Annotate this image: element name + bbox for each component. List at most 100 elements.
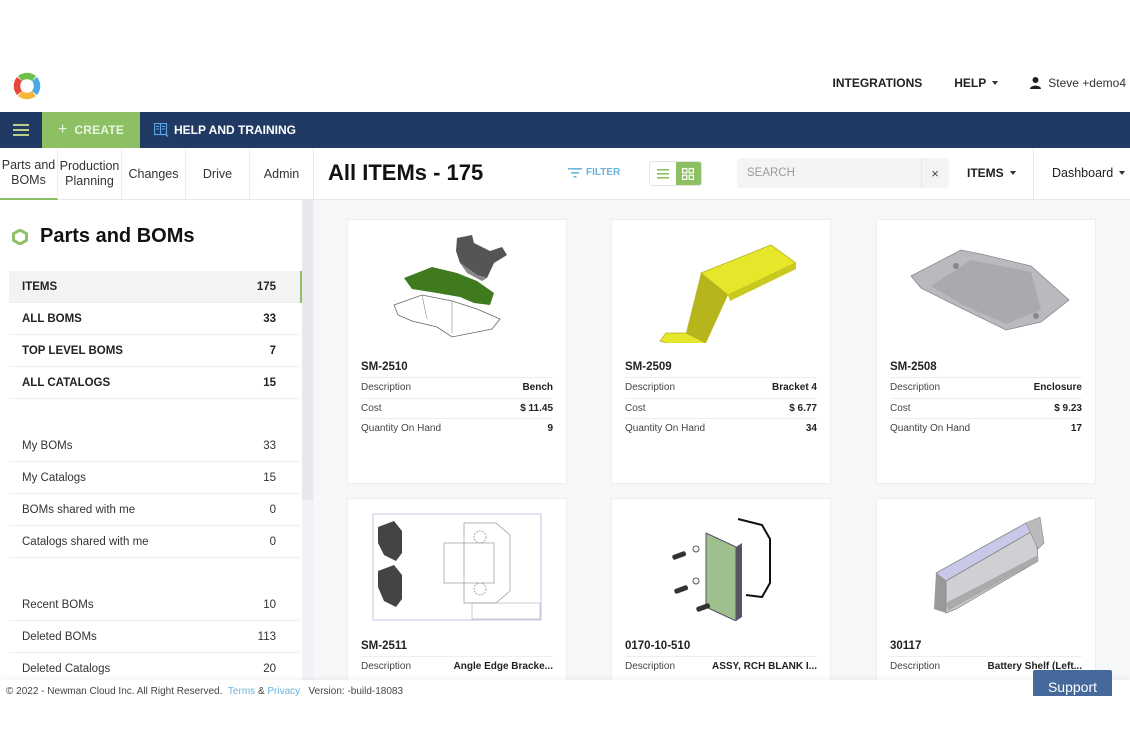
item-number: SM-2509 — [625, 361, 672, 373]
list-view-button[interactable] — [650, 162, 676, 185]
sidebar-item-all-catalogs[interactable]: ALL CATALOGS 15 — [9, 367, 300, 399]
clear-search-icon[interactable]: × — [922, 166, 948, 181]
search-input[interactable] — [737, 158, 922, 188]
sidebar-item-my-catalogs[interactable]: My Catalogs 15 — [9, 462, 300, 494]
app-logo-icon[interactable] — [9, 68, 45, 104]
field-label: Quantity On Hand — [361, 423, 442, 435]
tab-drive[interactable]: Drive — [186, 148, 250, 200]
tab-admin[interactable]: Admin — [250, 148, 313, 200]
item-card[interactable]: SM-2508 Description Enclosure Cost $ 9.2… — [876, 219, 1096, 484]
sidebar-item-count: 0 — [269, 535, 276, 548]
create-button[interactable]: + CREATE — [42, 112, 140, 148]
version-text: Version: -build-18083 — [308, 686, 404, 697]
item-card[interactable]: SM-2510 Description Bench Cost $ 11.45 Q… — [347, 219, 567, 484]
field-label: Description — [890, 661, 941, 673]
privacy-link[interactable]: Privacy — [267, 686, 300, 697]
sidebar-item-my-boms[interactable]: My BOMs 33 — [9, 430, 300, 462]
terms-link[interactable]: Terms — [228, 686, 255, 697]
field-label: Quantity On Hand — [625, 423, 706, 435]
user-name: Steve +demo4 — [1048, 76, 1126, 90]
field-value: Bench — [522, 382, 553, 394]
filter-label: FILTER — [586, 167, 621, 178]
sidebar-scrollbar-thumb[interactable] — [302, 200, 313, 500]
sidebar-item-label: My Catalogs — [22, 471, 86, 484]
item-field-row: Description Enclosure — [890, 377, 1082, 398]
angle-edge-bracket-drawing-image — [372, 513, 542, 620]
item-thumbnail — [348, 220, 566, 355]
field-value: 34 — [805, 423, 817, 435]
dashboard-dropdown[interactable]: Dashboard — [1052, 166, 1126, 180]
sheet-metal-bench-image — [393, 234, 507, 337]
help-and-training-button[interactable]: HELP AND TRAINING — [140, 112, 296, 148]
sidebar-item-boms-shared[interactable]: BOMs shared with me 0 — [9, 494, 300, 526]
sidebar-item-label: ALL BOMS — [22, 312, 82, 325]
sidebar-item-label: Deleted BOMs — [22, 630, 97, 643]
tab-production-planning[interactable]: Production Planning — [58, 148, 122, 200]
sidebar-item-count: 33 — [263, 439, 276, 452]
support-button[interactable]: Support — [1033, 670, 1112, 696]
sidebar-item-recent-boms[interactable]: Recent BOMs 10 — [9, 589, 300, 621]
sidebar-item-items[interactable]: ITEMS 175 — [9, 271, 303, 303]
sidebar-item-label: Recent BOMs — [22, 598, 94, 611]
item-card[interactable]: 30117 Description Battery Shelf (Left... — [876, 498, 1096, 680]
sidebar-item-catalogs-shared[interactable]: Catalogs shared with me 0 — [9, 526, 300, 558]
field-value: Angle Edge Bracke... — [453, 661, 553, 673]
item-type-selected: ITEMS — [967, 166, 1004, 180]
item-thumbnail — [612, 220, 830, 355]
tab-label: Changes — [128, 166, 179, 181]
item-field-row: Description Bracket 4 — [625, 377, 817, 398]
item-card[interactable]: 0170-10-510 Description ASSY, RCH BLANK … — [611, 498, 831, 680]
sidebar-item-count: 113 — [257, 630, 276, 643]
sidebar-other-list: Recent BOMs 10 Deleted BOMs 113 Deleted … — [9, 589, 300, 680]
sidebar-item-all-boms[interactable]: ALL BOMS 33 — [9, 303, 300, 335]
field-label: Cost — [625, 402, 646, 414]
sidebar-item-top-level-boms[interactable]: TOP LEVEL BOMS 7 — [9, 335, 300, 367]
content-toolbar: All ITEMs - 175 FILTER × — [314, 148, 1130, 200]
hexagon-icon — [12, 228, 28, 245]
help-dropdown[interactable]: HELP — [954, 76, 999, 90]
field-label: Quantity On Hand — [890, 423, 971, 435]
item-number: SM-2508 — [890, 361, 937, 373]
sidebar-primary-list: ITEMS 175 ALL BOMS 33 TOP LEVEL BOMS 7 A… — [9, 271, 303, 399]
item-number: 0170-10-510 — [625, 640, 691, 652]
item-field-row: Quantity On Hand 17 — [890, 418, 1082, 439]
sidebar-item-deleted-catalogs[interactable]: Deleted Catalogs 20 — [9, 653, 300, 680]
field-value: 9 — [547, 423, 553, 435]
field-label: Description — [625, 661, 676, 673]
tab-label: Drive — [202, 166, 233, 181]
item-number: SM-2511 — [361, 640, 408, 652]
book-icon — [154, 123, 169, 137]
integrations-link[interactable]: INTEGRATIONS — [832, 76, 922, 90]
battery-shelf-image — [934, 516, 1045, 614]
create-label: CREATE — [74, 123, 125, 137]
sidebar-item-deleted-boms[interactable]: Deleted BOMs 113 — [9, 621, 300, 653]
footer-ampersand: & — [257, 686, 265, 697]
item-type-dropdown[interactable]: ITEMS — [967, 166, 1016, 180]
user-icon — [1030, 77, 1042, 89]
field-value: $ 11.45 — [520, 402, 553, 414]
hamburger-menu-button[interactable] — [0, 112, 42, 148]
item-field-row: Quantity On Hand 34 — [625, 418, 817, 439]
field-label: Cost — [361, 402, 382, 414]
grid-view-button[interactable] — [675, 162, 701, 185]
page-title: All ITEMs - 175 — [328, 160, 484, 185]
help-and-training-label: HELP AND TRAINING — [174, 123, 297, 137]
item-card[interactable]: SM-2511 Description Angle Edge Bracke... — [347, 498, 567, 680]
sidebar-item-label: Deleted Catalogs — [22, 662, 111, 675]
tab-label: Production Planning — [59, 159, 120, 188]
sidebar-item-count: 33 — [263, 312, 276, 325]
integrations-label: INTEGRATIONS — [832, 76, 923, 90]
field-value: Enclosure — [1033, 382, 1082, 394]
sidebar-item-count: 0 — [269, 503, 276, 516]
item-number: 30117 — [890, 640, 922, 652]
tab-label: Admin — [263, 166, 300, 181]
filter-button[interactable]: FILTER — [568, 167, 620, 178]
page-bottom — [0, 697, 1130, 753]
field-value: $ 9.23 — [1054, 402, 1082, 414]
tab-changes[interactable]: Changes — [122, 148, 186, 200]
item-card[interactable]: SM-2509 Description Bracket 4 Cost $ 6.7… — [611, 219, 831, 484]
tab-parts-and-boms[interactable]: Parts and BOMs — [0, 148, 58, 200]
field-value: 17 — [1070, 423, 1082, 435]
user-menu[interactable]: Steve +demo4 — [1030, 76, 1126, 90]
plus-icon: + — [57, 121, 68, 138]
